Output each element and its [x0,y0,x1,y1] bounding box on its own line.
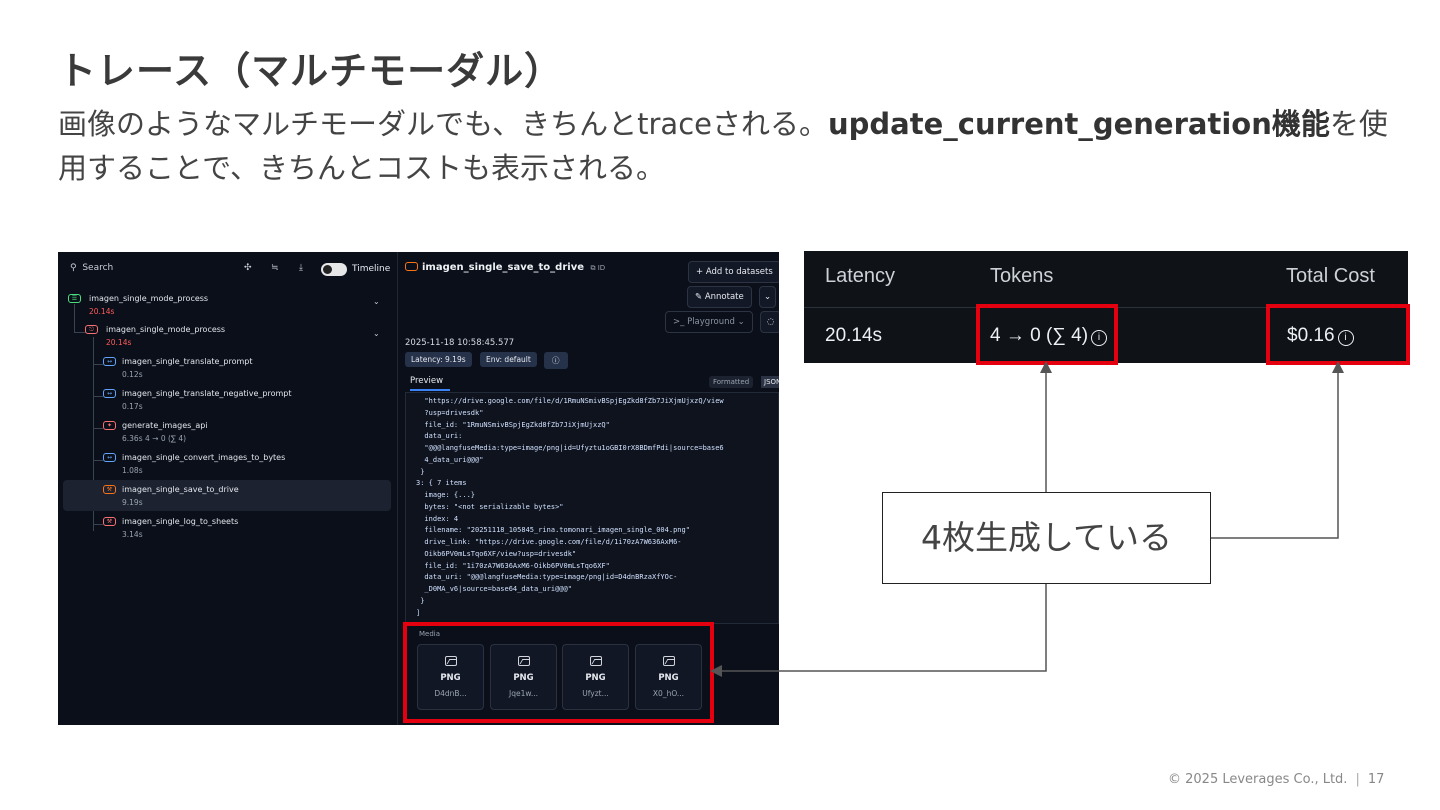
arrow-to-media [710,584,1047,677]
footer-copyright: © 2025 Leverages Co., Ltd. [1168,772,1348,787]
page-number: 17 [1367,772,1385,787]
arrow-to-cost [1211,361,1344,539]
connector-arrows [710,361,1344,677]
callout-box: 4枚生成している [882,492,1211,584]
footer: © 2025 Leverages Co., Ltd. | 17 [1168,772,1385,787]
